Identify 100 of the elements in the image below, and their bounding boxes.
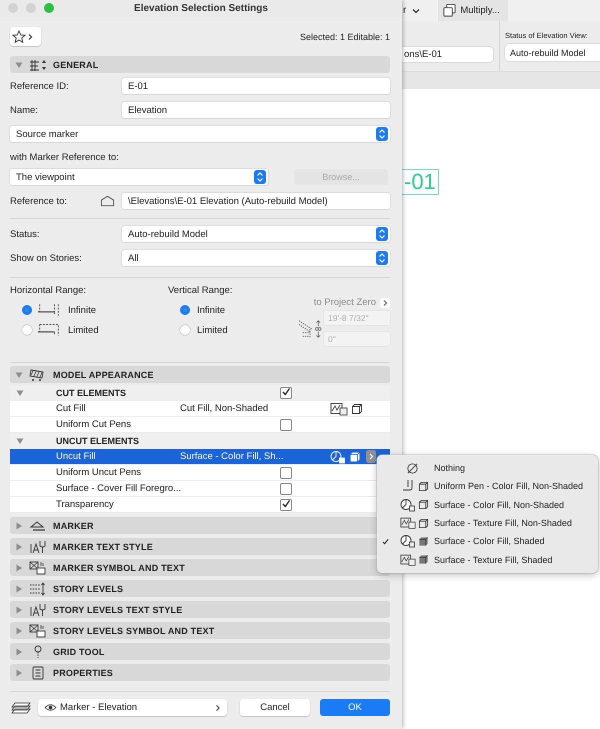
setting-label: Transparency bbox=[56, 499, 115, 510]
disclosure-icon[interactable] bbox=[15, 648, 23, 656]
disclosure-icon[interactable] bbox=[16, 388, 24, 396]
caret-icon[interactable] bbox=[412, 8, 420, 14]
pie-fill-icon bbox=[330, 450, 346, 464]
shaded-cube-icon bbox=[349, 450, 361, 462]
selection-info: Selected: 1 Editable: 1 bbox=[300, 32, 390, 42]
symbol-text-icon bbox=[29, 560, 47, 574]
empty-set-icon bbox=[406, 462, 419, 475]
window-title: Elevation Selection Settings bbox=[134, 3, 268, 14]
section-header[interactable]: STORY LEVELS TEXT STYLE bbox=[10, 601, 390, 618]
disclosure-icon[interactable] bbox=[15, 522, 23, 530]
stepper-icon[interactable] bbox=[254, 170, 266, 184]
radio-button[interactable] bbox=[22, 305, 32, 315]
group-label: UNCUT ELEMENTS bbox=[56, 436, 140, 446]
disclosure-icon[interactable] bbox=[16, 436, 24, 444]
reference-select[interactable]: The viewpoint bbox=[10, 169, 268, 185]
marker-type-select[interactable]: Source marker bbox=[10, 126, 390, 142]
disclosure-icon[interactable] bbox=[15, 370, 23, 378]
group-label: CUT ELEMENTS bbox=[56, 388, 128, 398]
disclosure-icon[interactable] bbox=[15, 606, 23, 614]
disclosure-icon[interactable] bbox=[15, 542, 23, 550]
stepper-icon[interactable] bbox=[376, 251, 388, 265]
range-label: Horizontal Range: bbox=[10, 285, 88, 297]
radio-label: Limited bbox=[68, 324, 99, 336]
radio-button[interactable] bbox=[180, 325, 190, 335]
setting-row[interactable]: Cut Fill Cut Fill, Non-Shaded bbox=[10, 401, 390, 417]
expand-arrow-button[interactable] bbox=[366, 450, 376, 463]
setting-row[interactable]: Uncut Fill Surface - Color Fill, Sh... bbox=[10, 449, 390, 465]
field-label: Name: bbox=[10, 104, 39, 116]
checkmark-icon bbox=[382, 538, 388, 545]
symbol-text-icon bbox=[29, 624, 47, 638]
radio-label: Infinite bbox=[197, 304, 225, 316]
disclosure-icon[interactable] bbox=[15, 668, 23, 676]
chevron-button[interactable] bbox=[380, 298, 390, 308]
layer-select[interactable]: Marker - Elevation bbox=[38, 699, 227, 716]
field-label: with Marker Reference to: bbox=[10, 152, 120, 164]
layers-icon bbox=[10, 700, 32, 714]
text-style-icon bbox=[29, 602, 47, 616]
setting-label: Uniform Uncut Pens bbox=[56, 467, 142, 478]
ok-button[interactable]: OK bbox=[320, 699, 390, 716]
section-header[interactable]: MARKER SYMBOL AND TEXT bbox=[10, 559, 390, 576]
stepper-icon[interactable] bbox=[376, 127, 388, 141]
disclosure-icon[interactable] bbox=[15, 564, 23, 572]
cube-icon bbox=[418, 480, 429, 492]
elevation-tool-icon bbox=[29, 58, 47, 72]
eye-icon bbox=[44, 703, 57, 712]
checkbox[interactable] bbox=[280, 482, 292, 494]
cube-icon bbox=[418, 499, 429, 510]
field-label: Status: bbox=[10, 228, 41, 240]
field-label: Show on Stories: bbox=[10, 252, 83, 264]
setting-label: Uncut Fill bbox=[56, 451, 97, 462]
pie-fill-icon bbox=[400, 534, 416, 548]
disclosure-icon[interactable] bbox=[15, 584, 23, 592]
cube-icon bbox=[418, 518, 429, 529]
copy-icon bbox=[442, 3, 458, 18]
status-select[interactable]: Auto-rebuild Model bbox=[505, 44, 600, 61]
zoom-button[interactable] bbox=[44, 3, 54, 13]
house-icon bbox=[100, 195, 115, 207]
section-header[interactable]: MODEL APPEARANCE bbox=[10, 366, 390, 383]
name-field[interactable]: Elevation bbox=[122, 102, 390, 118]
section-header[interactable]: GENERAL bbox=[10, 56, 390, 73]
path-field[interactable]: ons\E-01 bbox=[400, 46, 493, 62]
radio-label: Limited bbox=[197, 324, 228, 336]
chevron-icon bbox=[215, 704, 221, 712]
section-header[interactable]: STORY LEVELS SYMBOL AND TEXT bbox=[10, 622, 390, 639]
reference-id-field[interactable]: E-01 bbox=[122, 78, 390, 94]
cancel-button[interactable]: Cancel bbox=[240, 699, 310, 716]
setting-row[interactable]: Uniform Cut Pens bbox=[10, 417, 390, 433]
radio-button[interactable] bbox=[22, 325, 32, 335]
field-label: Reference to: bbox=[10, 196, 68, 206]
stepper-icon[interactable] bbox=[376, 227, 388, 241]
stories-select[interactable]: All bbox=[122, 250, 390, 266]
section-header[interactable]: GRID TOOL bbox=[10, 643, 390, 660]
checkbox[interactable] bbox=[280, 386, 292, 398]
multiply-button[interactable]: Multiply... bbox=[438, 0, 508, 21]
setting-value: Cut Fill, Non-Shaded bbox=[180, 403, 270, 414]
pie-fill-icon bbox=[400, 498, 416, 512]
setting-label: Uniform Cut Pens bbox=[56, 419, 132, 430]
shaded-cube-icon bbox=[418, 554, 429, 566]
disclosure-icon[interactable] bbox=[15, 626, 23, 634]
checkbox[interactable] bbox=[280, 466, 292, 478]
stair-level-icon bbox=[297, 318, 323, 340]
setting-label: Surface - Cover Fill Foregro... bbox=[56, 483, 180, 494]
field-label: Reference ID: bbox=[10, 80, 70, 92]
project-zero-label: to Project Zero bbox=[314, 297, 376, 308]
checkbox[interactable] bbox=[280, 418, 292, 430]
cube-icon bbox=[351, 402, 363, 414]
favorites-button[interactable] bbox=[10, 27, 41, 46]
setting-label: Cut Fill bbox=[56, 403, 87, 414]
story-levels-icon bbox=[29, 582, 47, 596]
checkbox[interactable] bbox=[280, 498, 292, 510]
marker-icon bbox=[29, 518, 47, 532]
status-select[interactable]: Auto-rebuild Model bbox=[122, 226, 390, 242]
section-header[interactable]: STORY LEVELS bbox=[10, 580, 390, 597]
reference-field[interactable]: \Elevations\E-01 Elevation (Auto-rebuild Model) bbox=[122, 193, 390, 209]
section-header[interactable]: PROPERTIES bbox=[10, 664, 390, 681]
disclosure-icon[interactable] bbox=[15, 60, 23, 68]
radio-button[interactable] bbox=[180, 305, 190, 315]
texture-fill-icon bbox=[330, 402, 348, 416]
